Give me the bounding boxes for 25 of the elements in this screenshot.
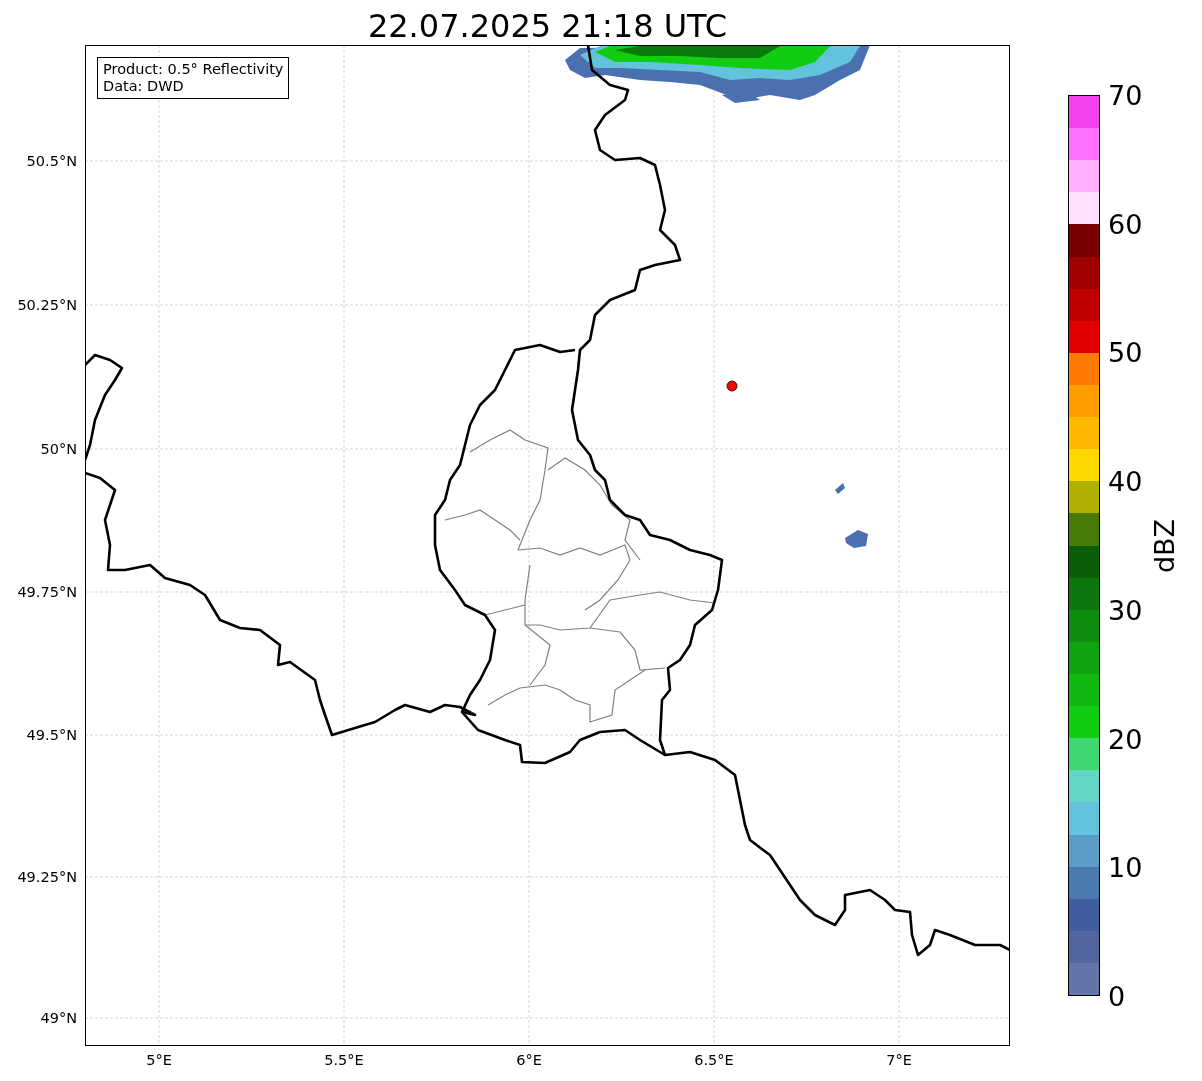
colorbar-tick-label: 30 [1108, 594, 1143, 626]
colorbar-tick-label: 10 [1108, 851, 1143, 883]
y-tick-label: 49.25°N [17, 869, 77, 885]
colorbar-tick-label: 60 [1108, 208, 1143, 240]
y-tick-label: 49.75°N [17, 584, 77, 600]
colorbar-tick-label: 0 [1108, 980, 1126, 1012]
x-tick-label: 5.5°E [324, 1052, 364, 1068]
y-tick-label: 50°N [40, 441, 77, 457]
x-tick-label: 6.5°E [694, 1052, 734, 1068]
radar-site-marker [726, 380, 738, 392]
legend-text: Data: DWD [103, 78, 185, 95]
colorbar-tick-label: 50 [1108, 336, 1143, 368]
y-tick-label: 49.5°N [26, 727, 77, 743]
colorbar-tick-label: 40 [1108, 465, 1143, 497]
chart-title: 22.07.2025 21:18 UTC [366, 6, 729, 45]
colorbar-label: dBZ [1148, 518, 1180, 573]
y-tick-label: 50.25°N [17, 297, 77, 313]
legend-text: Product: 0.5° Reflectivity [103, 61, 284, 78]
y-tick-label: 49°N [40, 1010, 77, 1026]
x-tick-label: 5°E [146, 1052, 172, 1068]
x-tick-label: 6°E [516, 1052, 542, 1068]
y-tick-label: 50.5°N [26, 153, 77, 169]
colorbar-tick-label: 70 [1108, 79, 1143, 111]
colorbar-tick-label: 20 [1108, 723, 1143, 755]
x-tick-label: 7°E [886, 1052, 912, 1068]
